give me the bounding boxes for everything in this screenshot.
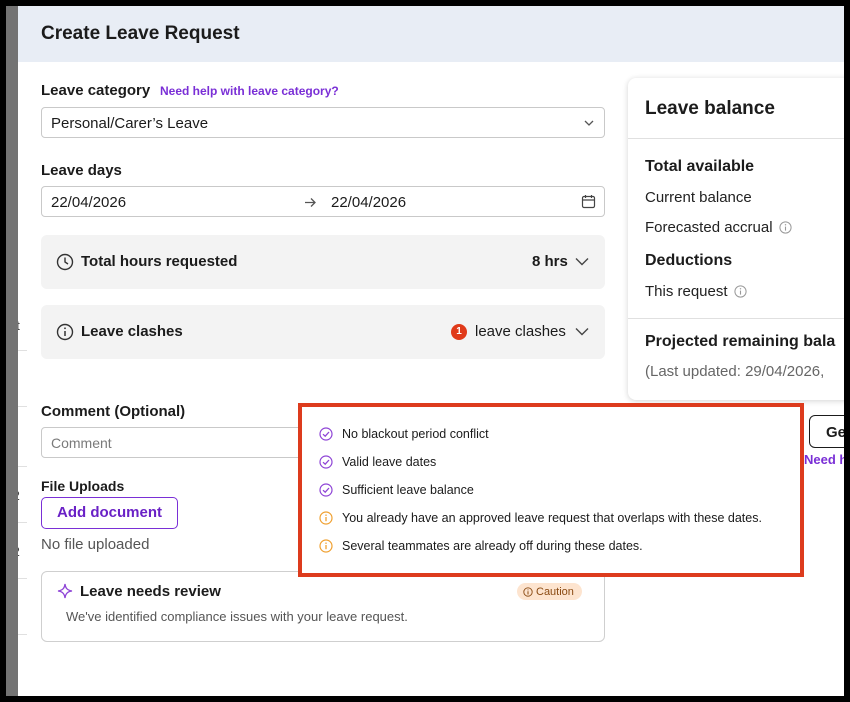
- projected-remaining-heading: Projected remaining bala: [645, 333, 836, 350]
- forecasted-accrual-row: Forecasted accrual: [645, 219, 792, 236]
- warning-circle-icon: [319, 539, 333, 553]
- check-item: Sufficient leave balance: [319, 483, 474, 497]
- total-available-heading: Total available: [645, 158, 755, 175]
- screen-frame: at / / /2 /2 2 2 Create Leave Request Le…: [0, 0, 850, 702]
- info-circle-icon[interactable]: [733, 285, 747, 298]
- leave-category-help-link[interactable]: Need help with leave category?: [160, 84, 339, 98]
- bg-table-divider: [18, 522, 27, 523]
- caution-badge-label: Caution: [536, 585, 574, 598]
- bg-table-divider: [18, 350, 27, 351]
- check-item: No blackout period conflict: [319, 427, 489, 441]
- warning-circle-icon: [319, 511, 333, 525]
- check-item: Valid leave dates: [319, 455, 436, 469]
- background-page-strip: [6, 6, 18, 696]
- leave-clashes-value: leave clashes: [475, 323, 566, 340]
- check-circle-icon: [319, 427, 333, 441]
- compliance-checks-popup: No blackout period conflict Valid leave …: [298, 403, 804, 577]
- divider: [628, 318, 844, 319]
- total-hours-accordion[interactable]: Total hours requested 8 hrs: [41, 235, 605, 289]
- add-document-button[interactable]: Add document: [41, 497, 178, 529]
- leave-days-label: Leave days: [41, 162, 122, 179]
- leave-balance-title: Leave balance: [645, 98, 775, 119]
- this-request-label: This request: [645, 283, 728, 300]
- check-text: You already have an approved leave reque…: [342, 511, 762, 525]
- leave-category-select[interactable]: Personal/Carer’s Leave: [41, 107, 605, 138]
- chevron-down-icon: [584, 120, 594, 126]
- check-text: No blackout period conflict: [342, 427, 489, 441]
- chevron-down-icon: [575, 328, 589, 336]
- comment-placeholder: Comment: [51, 435, 112, 451]
- review-title: Leave needs review: [80, 583, 221, 600]
- leave-date-range: 22/04/2026 22/04/2026: [41, 186, 605, 217]
- total-hours-value: 8 hrs: [532, 253, 568, 270]
- bg-table-divider: [18, 634, 27, 635]
- create-leave-request-panel: at / / /2 /2 2 2 Create Leave Request Le…: [18, 6, 844, 696]
- bg-table-fragment: at: [18, 318, 20, 333]
- page-title: Create Leave Request: [41, 23, 240, 44]
- bg-table-divider: [18, 466, 27, 467]
- comment-label: Comment (Optional): [41, 403, 186, 420]
- check-text: Valid leave dates: [342, 455, 437, 469]
- leave-clashes-title: Leave clashes: [81, 323, 183, 340]
- bg-table-divider: [18, 406, 27, 407]
- bg-table-fragment: /2: [18, 544, 20, 559]
- info-circle-icon: [523, 586, 533, 597]
- end-date-input[interactable]: 22/04/2026: [331, 194, 406, 211]
- check-text: Several teammates are already off during…: [342, 539, 643, 553]
- check-item: Several teammates are already off during…: [319, 539, 643, 553]
- arrow-right-icon: [305, 198, 316, 207]
- info-circle-icon[interactable]: [778, 221, 792, 234]
- leave-review-card: Leave needs review Caution We've identif…: [41, 571, 605, 642]
- current-balance-row: Current balance: [645, 189, 752, 206]
- chevron-down-icon: [575, 258, 589, 266]
- current-balance-label: Current balance: [645, 189, 752, 206]
- leave-balance-card: Leave balance Total available Current ba…: [628, 78, 844, 400]
- check-circle-icon: [319, 455, 333, 469]
- partial-need-help-link[interactable]: Need h: [804, 452, 844, 467]
- leave-clashes-accordion[interactable]: Leave clashes 1 leave clashes: [41, 305, 605, 359]
- last-updated-note: (Last updated: 29/04/2026,: [645, 363, 825, 380]
- calendar-icon[interactable]: [581, 194, 596, 209]
- start-date-input[interactable]: 22/04/2026: [51, 194, 126, 211]
- bg-table-fragment: /2: [18, 488, 20, 503]
- info-circle-icon: [56, 323, 74, 341]
- bg-table-divider: [18, 578, 27, 579]
- clock-icon: [56, 253, 74, 271]
- file-uploads-label: File Uploads: [41, 478, 125, 494]
- forecasted-accrual-label: Forecasted accrual: [645, 219, 773, 236]
- check-text: Sufficient leave balance: [342, 483, 474, 497]
- check-circle-icon: [319, 483, 333, 497]
- leave-category-label: Leave category: [41, 82, 151, 99]
- check-item: You already have an approved leave reque…: [319, 511, 762, 525]
- deductions-heading: Deductions: [645, 252, 733, 269]
- total-hours-title: Total hours requested: [81, 253, 238, 270]
- modal-header: Create Leave Request: [18, 6, 844, 62]
- sparkle-icon: [57, 583, 73, 599]
- caution-badge: Caution: [517, 583, 582, 600]
- no-file-status: No file uploaded: [41, 536, 150, 553]
- divider: [628, 138, 844, 139]
- this-request-row: This request: [645, 283, 747, 300]
- clash-count-badge: 1: [451, 324, 467, 340]
- partial-right-button[interactable]: Ge: [809, 415, 844, 448]
- leave-category-value: Personal/Carer’s Leave: [51, 115, 209, 132]
- review-description: We've identified compliance issues with …: [66, 609, 408, 624]
